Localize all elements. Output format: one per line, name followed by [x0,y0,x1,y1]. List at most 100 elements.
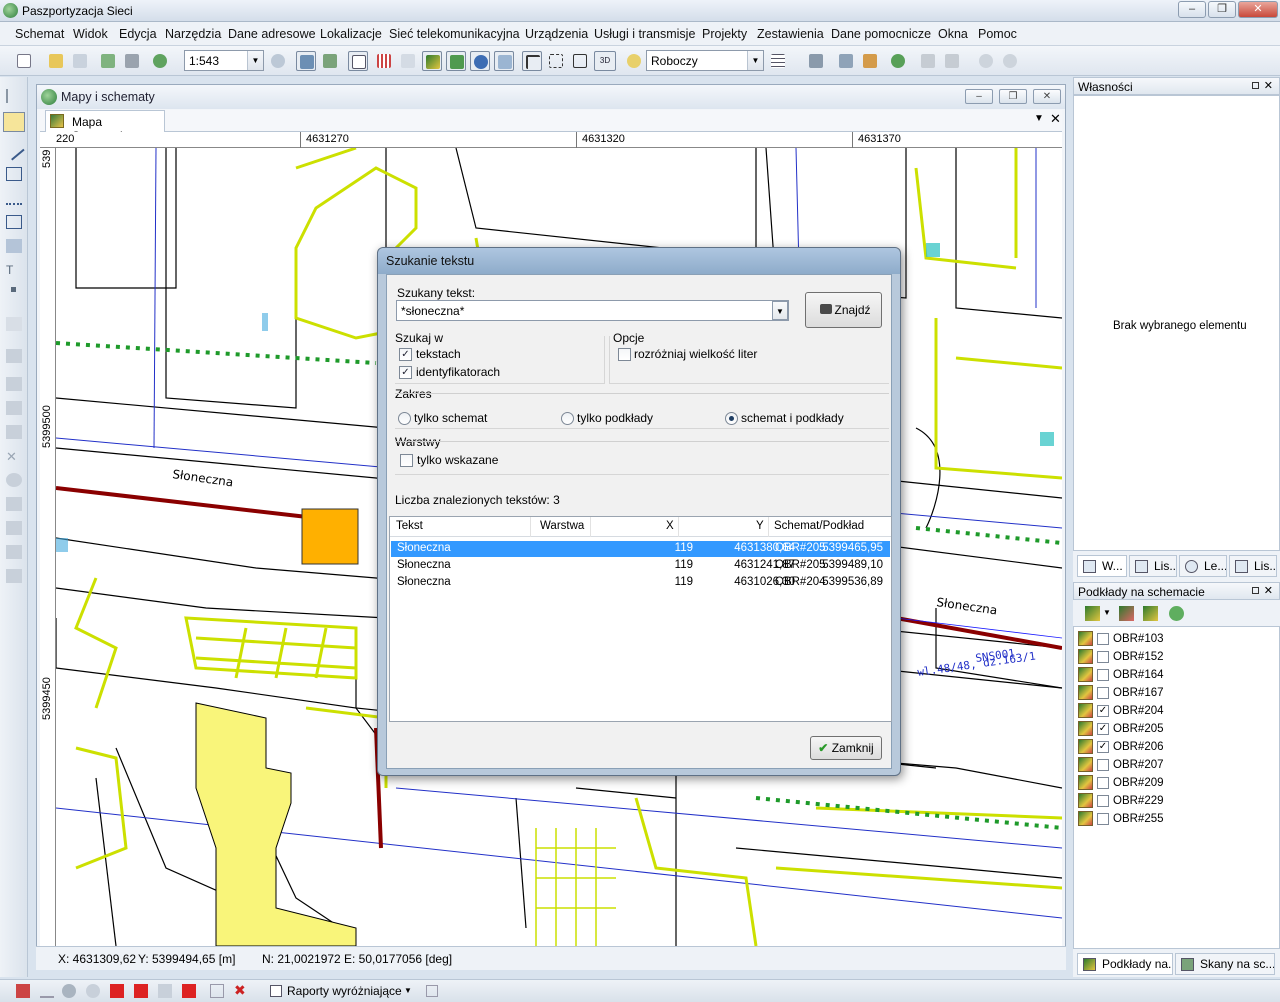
scale-combo[interactable]: 1:543 ▼ [184,50,264,71]
range-both-radio[interactable] [725,412,738,425]
close-dialog-button[interactable]: ✔ Zamknij [810,736,882,760]
result-row[interactable]: Słoneczna 119 4631241,87 5399489,10 OBR#205 [391,558,890,574]
tab-podklady[interactable]: Podkłady na... [1077,953,1173,975]
3d-button[interactable]: 3D [594,51,616,71]
network-button[interactable] [806,51,826,71]
chevron-down-icon[interactable]: ▼ [247,51,263,70]
layer-checkbox[interactable] [1097,633,1109,645]
layer-checkbox[interactable] [1097,777,1109,789]
menu-dane-adresowe[interactable]: Dane adresowe [228,27,316,41]
column-header[interactable]: Warstwa [540,520,584,532]
network-icon[interactable] [16,984,30,998]
copy-geom-icon[interactable] [6,377,22,391]
menu-schemat[interactable]: Schemat [15,27,64,41]
menu-zestawienia[interactable]: Zestawienia [757,27,824,41]
map-layer-button[interactable] [422,51,442,71]
mode-combo[interactable]: Roboczy ▼ [646,50,764,71]
layer-checkbox[interactable]: ✓ [1097,705,1109,717]
pencil-icon[interactable] [3,112,25,132]
edit-icon[interactable] [158,984,172,998]
cross-icon[interactable]: ✖ [234,982,246,999]
layer-checkbox[interactable]: ✓ [1097,741,1109,753]
pin-icon[interactable] [1252,587,1259,594]
layer-checkbox[interactable] [1097,687,1109,699]
zoom-button[interactable] [268,51,288,71]
move-icon[interactable] [6,401,22,415]
maximize-button[interactable]: ❐ [1208,1,1236,18]
refresh-icon[interactable] [1169,606,1184,621]
frame-icon[interactable] [210,984,224,998]
menu-widok[interactable]: Widok [73,27,108,41]
layer-checkbox[interactable] [1097,795,1109,807]
layer-checkbox[interactable] [1097,813,1109,825]
checkbox-icon[interactable] [426,985,438,997]
tab-skany[interactable]: Skany na sc... [1175,953,1275,975]
device-button[interactable] [860,51,880,71]
menu-lokalizacje[interactable]: Lokalizacje [320,27,382,41]
refresh-button[interactable] [150,51,170,71]
range-schema-radio[interactable] [398,412,411,425]
selected-layers-checkbox[interactable] [400,454,413,467]
line-icon[interactable] [40,984,54,998]
window-button[interactable] [320,51,340,71]
pointer-icon[interactable] [6,89,22,103]
table-button[interactable] [768,51,788,71]
texts-checkbox[interactable]: ✓ [399,348,412,361]
text-icon[interactable]: T [6,263,22,277]
tab-list-2[interactable]: Lis... [1229,555,1277,577]
table-icon[interactable] [6,521,22,535]
red-square-icon[interactable] [110,984,124,998]
xy-icon[interactable] [6,545,22,559]
menu-edycja[interactable]: Edycja [119,27,157,41]
menu-okna[interactable]: Okna [938,27,968,41]
close-button[interactable]: ✕ [1238,1,1278,18]
polyline-icon[interactable] [6,191,22,205]
menu-siec[interactable]: Sieć telekomunikacyjna [389,27,520,41]
tab-list-1[interactable]: Lis... [1129,555,1177,577]
split-icon[interactable] [6,349,22,363]
rotate-icon[interactable] [6,425,22,439]
layer-checkbox[interactable]: ✓ [1097,723,1109,735]
menu-urzadzenia[interactable]: Urządzenia [525,27,588,41]
range-underlays-radio[interactable] [561,412,574,425]
info-button[interactable] [470,51,490,71]
connect-button[interactable] [836,51,856,71]
back-arrow-icon[interactable] [976,51,996,71]
menu-uslugi[interactable]: Usługi i transmisje [594,27,695,41]
properties-button[interactable] [348,51,368,71]
layer-props-icon[interactable] [1143,606,1158,621]
new-document-button[interactable] [14,51,34,71]
menu-dane-pomocnicze[interactable]: Dane pomocnicze [831,27,931,41]
doc-close-button[interactable]: ✕ [1033,89,1061,104]
copy-button[interactable] [398,51,418,71]
tab-legend[interactable]: Le... [1179,555,1227,577]
find-button[interactable]: Znajdź [805,292,882,328]
chevron-down-icon[interactable]: ▼ [1103,608,1111,617]
stop-icon[interactable] [182,984,196,998]
search-input[interactable]: *słoneczna* ▼ [396,300,789,321]
layer-checkbox[interactable] [1097,759,1109,771]
close-icon[interactable]: ✕ [1264,584,1273,597]
doc-minimize-button[interactable]: – [965,89,993,104]
chevron-down-icon[interactable]: ▼ [747,51,763,70]
select-corner-button[interactable] [522,51,542,71]
polygon-icon[interactable] [6,215,22,229]
pin-icon[interactable] [1252,82,1259,89]
line-icon[interactable] [3,139,25,161]
remove-layer-icon[interactable] [1119,606,1134,621]
result-row[interactable]: Słoneczna 119 4631026,30 5399536,89 OBR#204 [391,575,890,591]
minimize-button[interactable]: – [1178,1,1206,18]
red-square-icon[interactable] [134,984,148,998]
layer-checkbox[interactable] [1097,651,1109,663]
open-folder-button[interactable] [46,51,66,71]
reports-dropdown[interactable]: Raporty wyróżniające [287,984,402,998]
delete-icon[interactable]: ✕ [6,449,22,464]
column-header[interactable]: Tekst [396,520,423,532]
layer-view-button[interactable] [296,51,316,71]
identifiers-checkbox[interactable]: ✓ [399,366,412,379]
target-icon[interactable] [86,984,100,998]
save-button[interactable] [70,51,90,71]
tab-mapa-szczawnica[interactable]: Mapa Szczawnica [45,110,165,143]
tab-properties[interactable]: W... [1077,555,1127,577]
export-button[interactable] [98,51,118,71]
